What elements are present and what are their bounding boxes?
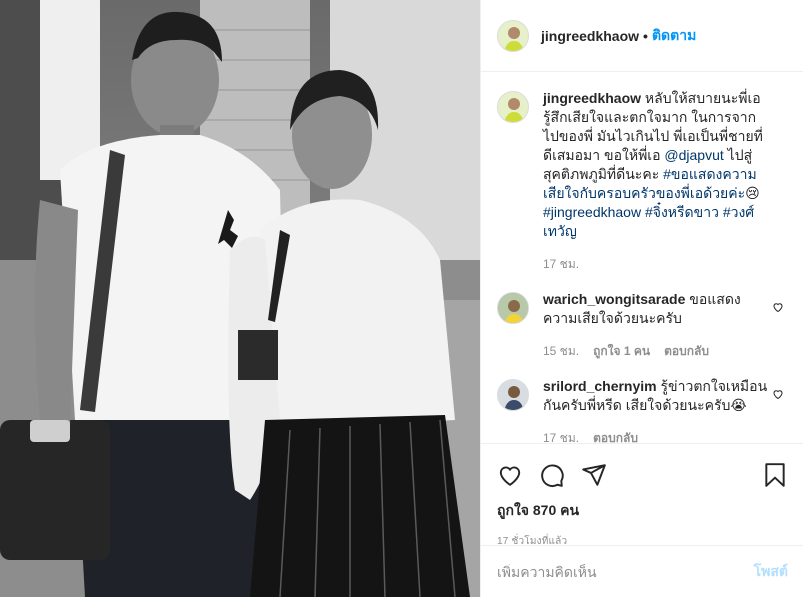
comment-body: srilord_chernyim รู้ข่าวตกใจเหมือนกันครั… — [543, 377, 788, 443]
likes-count[interactable]: ถูกใจ 870 คน — [497, 500, 788, 522]
share-icon[interactable] — [581, 462, 607, 488]
comment-meta: 15 ชม. ถูกใจ 1 คน ตอบกลับ — [543, 342, 768, 361]
comment-username[interactable]: warich_wongitsarade — [543, 291, 685, 307]
crying-emoji: 😭 — [730, 397, 747, 413]
caption-mention[interactable]: @djapvut — [664, 147, 723, 163]
comment-item: warich_wongitsarade ขอแสดงความเสียใจด้วย… — [497, 290, 788, 361]
commenter-avatar-image — [498, 293, 528, 323]
reply-button[interactable]: ตอบกลับ — [593, 429, 638, 443]
post-header: jingreedkhaow • ติดตาม — [481, 0, 803, 72]
heart-icon[interactable] — [497, 462, 523, 488]
author-avatar[interactable] — [497, 19, 529, 52]
author-avatar-image — [498, 20, 528, 51]
heart-outline-icon[interactable] — [772, 300, 784, 313]
follow-button[interactable]: ติดตาม — [652, 25, 696, 47]
caption-avatar[interactable] — [497, 91, 529, 123]
comment-meta: 17 ชม. ตอบกลับ — [543, 429, 768, 443]
comment-time[interactable]: 17 ชม. — [543, 429, 579, 443]
comment-likes[interactable]: ถูกใจ 1 คน — [593, 342, 650, 361]
caption: jingreedkhaow หลับให้สบายนะพี่เอ รู้สึกเ… — [497, 89, 788, 274]
post-comment-button[interactable]: โพสต์ — [754, 561, 788, 583]
heart-outline-icon[interactable] — [772, 387, 784, 400]
bookmark-icon[interactable] — [762, 462, 788, 488]
post-photo[interactable] — [0, 0, 480, 597]
caption-hashtag[interactable]: #จิ๋งหรีดขาว — [645, 204, 719, 220]
caption-meta: 17 ชม. — [543, 255, 768, 274]
comment-input[interactable] — [497, 563, 754, 580]
caption-avatar-image — [498, 92, 528, 122]
post-side-panel: jingreedkhaow • ติดตาม jingreedkhaow หลั… — [480, 0, 803, 597]
instagram-post: jingreedkhaow • ติดตาม jingreedkhaow หลั… — [0, 0, 803, 597]
comment-time[interactable]: 15 ชม. — [543, 342, 579, 361]
comment-icon[interactable] — [539, 462, 565, 488]
header-separator: • — [643, 27, 648, 44]
caption-body: jingreedkhaow หลับให้สบายนะพี่เอ รู้สึกเ… — [543, 89, 788, 274]
reply-button[interactable]: ตอบกลับ — [664, 342, 709, 361]
caption-time[interactable]: 17 ชม. — [543, 255, 579, 274]
author-username[interactable]: jingreedkhaow — [541, 28, 639, 44]
post-actions: ถูกใจ 870 คน 17 ชั่วโมงที่แล้ว — [481, 443, 803, 549]
comments-list[interactable]: jingreedkhaow หลับให้สบายนะพี่เอ รู้สึกเ… — [481, 73, 803, 443]
comment-username[interactable]: srilord_chernyim — [543, 378, 657, 394]
commenter-avatar-image — [498, 380, 528, 410]
post-photo-illustration — [0, 0, 480, 597]
comment-item: srilord_chernyim รู้ข่าวตกใจเหมือนกันครั… — [497, 377, 788, 443]
action-icons — [497, 460, 788, 490]
caption-username[interactable]: jingreedkhaow — [543, 90, 641, 106]
caption-hashtag[interactable]: #jingreedkhaow — [543, 204, 641, 220]
commenter-avatar[interactable] — [497, 292, 529, 324]
sad-emoji: 😢 — [745, 185, 760, 201]
comment-body: warich_wongitsarade ขอแสดงความเสียใจด้วย… — [543, 290, 788, 361]
commenter-avatar[interactable] — [497, 379, 529, 411]
add-comment-bar: โพสต์ — [481, 545, 803, 597]
